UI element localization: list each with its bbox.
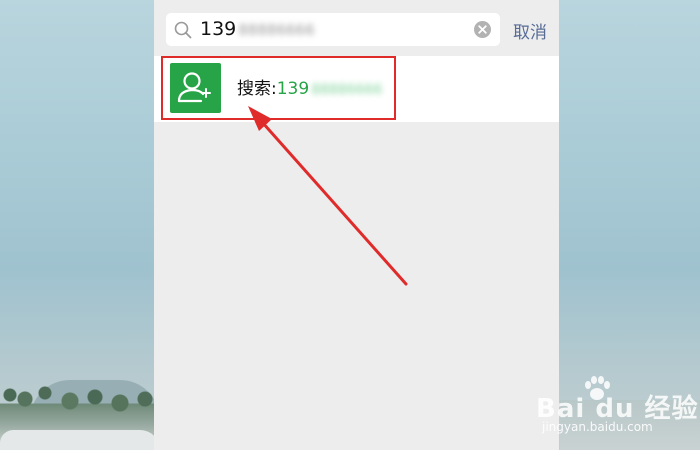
search-query-blurred: 88886666 [238, 21, 315, 39]
background-rocks [0, 430, 160, 450]
add-friend-icon [170, 63, 221, 113]
search-field[interactable]: 139 88886666 [166, 13, 500, 46]
search-result-number-blurred: 88886666 [311, 82, 383, 98]
search-query-text: 139 [200, 18, 237, 40]
clear-icon[interactable] [473, 20, 492, 39]
watermark-site: jingyan.baidu.com [542, 420, 653, 434]
search-input[interactable]: 139 88886666 [200, 13, 315, 46]
search-result-number: 139 [276, 79, 310, 99]
search-result-row[interactable]: 搜索:139 88886666 [154, 56, 559, 122]
cancel-button[interactable]: 取消 [513, 18, 547, 43]
baidu-jingyan-watermark: Bai du 经验 jingyan.baidu.com [536, 376, 698, 436]
search-result-label: 搜索:139 88886666 [237, 78, 382, 101]
search-icon [174, 21, 192, 39]
screenshot-stage: 139 88886666 取消 搜索:139 88886666 Bai du 经… [0, 0, 700, 450]
search-result-prefix: 搜索: [237, 79, 277, 99]
search-bar: 139 88886666 取消 [154, 0, 559, 56]
search-panel: 139 88886666 取消 搜索:139 88886666 [154, 0, 559, 450]
